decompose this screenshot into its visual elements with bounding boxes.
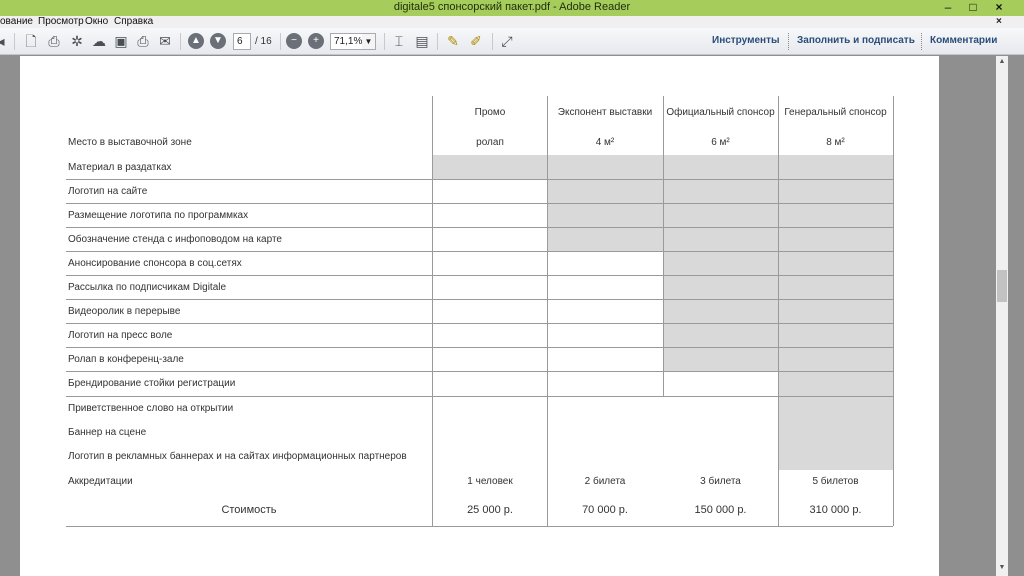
right-gutter — [1008, 56, 1024, 576]
cost-promo: 25 000 р. — [467, 504, 513, 516]
highlight-icon[interactable]: ✐ — [467, 32, 485, 50]
create-icon[interactable]: ⎙ — [45, 32, 63, 50]
panel-toggle-icon[interactable]: ◂ — [0, 32, 10, 50]
zoom-in-icon[interactable]: + — [308, 33, 324, 49]
email-icon[interactable]: ✉ — [156, 32, 174, 50]
page-total: / 16 — [255, 36, 272, 47]
fullscreen-icon[interactable]: ⤢ — [498, 32, 516, 50]
select-icon[interactable]: ⌶ — [390, 32, 408, 50]
menu-item-file[interactable]: ование — [0, 16, 33, 28]
zoom-out-icon[interactable]: − — [286, 33, 302, 49]
toolbar: ◂ 🗋 ⎙ ✲ ☁ ▣ ⎙ ✉ ▲ ▼ 6 / 16 − + 71,1% ▼ ⌶… — [0, 28, 1024, 55]
table-row: Приветственное слово на открытии — [68, 403, 234, 414]
menu-item-help[interactable]: Справка — [114, 16, 153, 28]
next-page-icon[interactable]: ▼ — [210, 33, 226, 49]
row-label-accreditation: Аккредитации — [68, 476, 133, 487]
accreditation-promo: 1 человек — [467, 476, 513, 487]
header-exhibitor: Экспонент выставки — [557, 107, 653, 118]
pdf-page[interactable]: Промо Экспонент выставки Официальный спо… — [20, 56, 939, 576]
table-row: Брендирование стойки регистрации — [68, 378, 236, 389]
space-official: 6 м² — [711, 137, 730, 148]
hand-icon[interactable]: ▤ — [413, 32, 431, 50]
cost-exhibitor: 70 000 р. — [582, 504, 628, 516]
zoom-input[interactable]: 71,1% — [330, 33, 363, 50]
scroll-up-icon[interactable]: ▲ — [996, 56, 1008, 68]
space-general: 8 м² — [826, 137, 845, 148]
prev-page-icon[interactable]: ▲ — [188, 33, 204, 49]
settings-icon[interactable]: ✲ — [68, 32, 86, 50]
table-row: Видеоролик в перерыве — [68, 306, 181, 317]
fill-sign-button[interactable]: Заполнить и подписать — [797, 35, 915, 46]
comments-button[interactable]: Комментарии — [930, 35, 997, 46]
minimize-icon[interactable]: – — [935, 0, 961, 16]
accreditation-official: 3 билета — [700, 476, 741, 487]
table-row: Логотип на пресс воле — [68, 330, 173, 341]
row-label-cost: Стоимость — [221, 504, 277, 516]
space-exhibitor: 4 м² — [595, 137, 615, 148]
menu-item-view[interactable]: Просмотр — [38, 16, 84, 28]
menu-item-window[interactable]: Окно — [85, 16, 108, 28]
accreditation-general: 5 билетов — [812, 476, 859, 487]
scrollbar-thumb[interactable] — [997, 270, 1007, 302]
header-general-sponsor: Генеральный спонсор — [784, 107, 887, 118]
header-promo: Промо — [474, 107, 506, 118]
accreditation-exhibitor: 2 билета — [584, 476, 626, 487]
save-icon[interactable]: ▣ — [112, 32, 130, 50]
table-row: Ролап в конференц-зале — [68, 354, 184, 365]
table-row: Рассылка по подписчикам Digitale — [68, 282, 227, 293]
cost-general: 310 000 р. — [809, 504, 862, 516]
open-icon[interactable]: 🗋 — [22, 32, 40, 50]
table-row: Материал в раздатках — [68, 162, 172, 173]
cost-official: 150 000 р. — [694, 504, 747, 516]
space-promo: ролап — [476, 137, 504, 148]
print-icon[interactable]: ⎙ — [134, 32, 152, 50]
table-row: Обозначение стенда с инфоповодом на карт… — [68, 234, 282, 245]
table-row: Логотип в рекламных баннерах и на сайтах… — [68, 451, 407, 462]
window-title: digitale5 спонсорский пакет.pdf - Adobe … — [393, 1, 631, 13]
table-row: Размещение логотипа по программках — [68, 210, 249, 221]
tools-button[interactable]: Инструменты — [712, 35, 780, 46]
cloud-icon[interactable]: ☁ — [90, 32, 108, 50]
header-official-sponsor: Официальный спонсор — [666, 107, 775, 118]
chevron-down-icon[interactable]: ▼ — [362, 33, 376, 50]
menu-bar: ование Просмотр Окно Справка × — [0, 16, 1024, 28]
table-row: Анонсирование спонсора в соц.сетях — [68, 258, 242, 269]
maximize-icon[interactable]: □ — [960, 0, 986, 16]
vertical-scrollbar[interactable]: ▲ ▼ — [996, 56, 1008, 576]
page-number-input[interactable]: 6 — [233, 33, 251, 50]
scroll-down-icon[interactable]: ▼ — [996, 562, 1008, 574]
close-document-icon[interactable]: × — [996, 16, 1002, 28]
title-bar: digitale5 спонсорский пакет.pdf - Adobe … — [0, 0, 1024, 16]
table-row: Баннер на сцене — [68, 427, 147, 438]
table-row: Логотип на сайте — [68, 186, 148, 197]
close-icon[interactable]: × — [986, 0, 1012, 16]
comment-icon[interactable]: ✎ — [444, 32, 462, 50]
row-label-space: Место в выставочной зоне — [68, 137, 192, 148]
